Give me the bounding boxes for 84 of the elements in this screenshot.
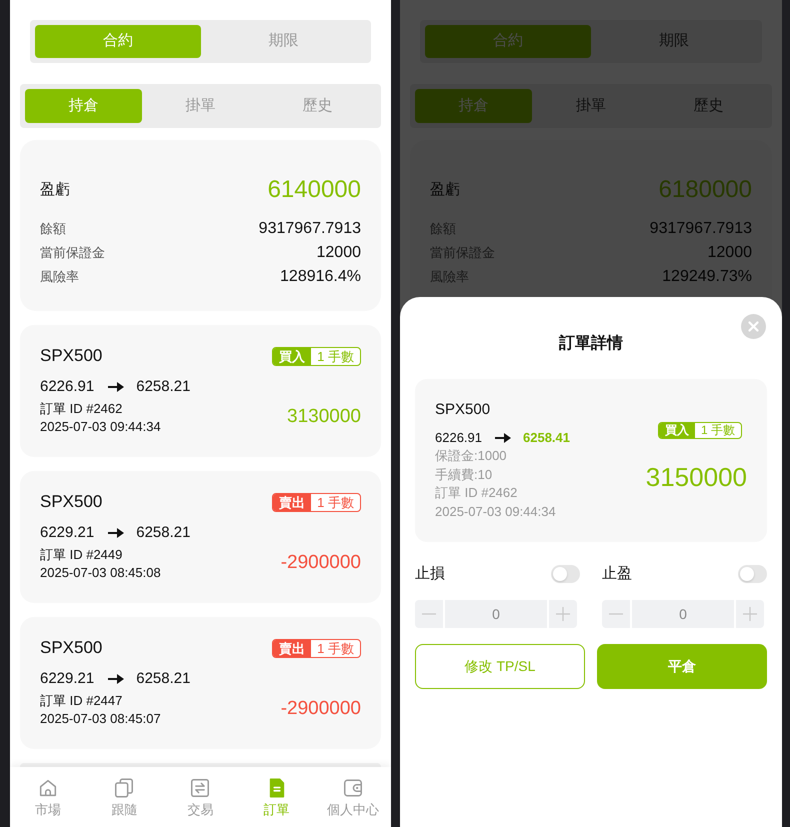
arrow-right-icon [108,674,124,684]
margin-label: 保證金:1000 [435,447,508,465]
side-label: 賣出 [273,494,312,510]
summary-value: 9317967.7913 [258,219,361,239]
open-price: 6226.91 [40,376,94,397]
order-time: 2025-07-03 09:44:34 [435,502,557,520]
lot-size-label: 1 手數 [316,640,355,656]
summary-value: 12000 [708,243,752,263]
plus-button[interactable] [549,600,577,628]
position-card[interactable]: SPX500 賣出 1 手數 6229.21 6258.21 訂單 ID #2447 2025-07-03 08:45:07 -2900000 [20,617,381,749]
nav-tab[interactable]: 個人中心 [314,767,391,827]
edit-tp-sl-button[interactable]: 修改 TP/SL [415,644,585,689]
close-position-button[interactable]: 平倉 [597,644,767,689]
close-icon [741,314,766,339]
arrow-right-icon [495,433,511,443]
sheet-title: 訂單詳情 [559,335,623,352]
lot-size-label: 1 手數 [700,423,736,438]
take-profit-input[interactable]: 0 [632,600,734,628]
open-price: 6229.21 [40,522,94,543]
lot-size-label: 1 手數 [316,348,355,364]
plus-icon [556,607,570,621]
symbol-label: SPX500 [40,637,102,660]
take-profit-label: 止盈 [602,564,632,584]
segment-tab[interactable]: 持倉 [25,89,142,123]
stop-loss-toggle[interactable] [551,565,580,583]
order-id: 訂單 ID #2462 [435,484,518,502]
summary-value: 128916.4% [280,267,361,287]
nav-tab[interactable]: 訂單 [238,767,315,827]
segment-tab[interactable]: 合約 [35,25,200,58]
order-id: 訂單 ID #2462 [40,400,124,418]
open-price: 6229.21 [40,668,94,689]
order-time: 2025-07-03 08:45:07 [40,710,162,727]
wallet-icon [342,777,364,799]
take-profit-toggle[interactable] [738,565,767,583]
segment-tab[interactable]: 歷史 [259,89,376,123]
pnl-value: 6180000 [658,176,752,204]
copy-icon [113,777,136,799]
segment-tab[interactable]: 期限 [200,25,366,58]
symbol-label: SPX500 [40,345,102,368]
stop-loss-label: 止損 [415,564,445,584]
segment-tab[interactable]: 掛單 [142,89,259,123]
summary-value: 129249.73% [662,267,752,287]
position-card[interactable]: SPX500 買入 1 手數 6226.91 6258.21 訂單 ID #2462 2025-07-03 09:44:34 3130000 [20,325,381,457]
order-time: 2025-07-03 09:44:34 [40,418,162,435]
arrow-right-icon [108,528,124,538]
order-id: 訂單 ID #2449 [40,546,124,564]
pnl-label: 盈虧 [430,180,460,200]
lot-size-label: 1 手數 [316,494,355,510]
stop-loss-input[interactable]: 0 [445,600,547,628]
plus-icon [743,607,757,621]
plus-button[interactable] [736,600,764,628]
summary-label: 餘額 [40,220,66,238]
minus-button[interactable] [415,600,443,628]
pnl-value: 6140000 [268,176,361,204]
current-price: 6258.21 [136,668,190,689]
summary-label: 風險率 [40,268,79,286]
side-label: 買入 [273,348,312,364]
position-card[interactable]: SPX500 賣出 1 手數 6229.21 6258.21 訂單 ID #2449 2025-07-03 08:45:08 -2900000 [20,471,381,603]
pnl-value: -2900000 [280,697,361,721]
order-id: 訂單 ID #2447 [40,692,124,710]
summary-value: 12000 [316,243,361,263]
nav-tab[interactable]: 跟隨 [86,767,162,827]
minus-button[interactable] [602,600,630,628]
summary-label: 當前保證金 [40,244,105,262]
symbol-label: SPX500 [435,400,490,420]
pnl-label: 盈虧 [40,180,70,200]
swap-icon [189,777,212,799]
fee-label: 手續費:10 [435,466,494,484]
nav-tab[interactable]: 市場 [10,767,86,827]
close-button[interactable] [741,314,766,339]
order-time: 2025-07-03 08:45:08 [40,564,162,581]
arrow-right-icon [108,382,124,392]
symbol-label: SPX500 [40,491,102,514]
side-label: 買入 [658,423,695,438]
open-price: 6226.91 [435,429,482,448]
summary-value: 9317967.7913 [650,219,752,239]
current-price: 6258.41 [523,429,570,448]
pnl-value: -2900000 [280,551,361,575]
nav-tab[interactable]: 交易 [162,767,239,827]
pnl-value: 3150000 [646,463,747,491]
current-price: 6258.21 [136,522,190,543]
current-price: 6258.21 [136,376,190,397]
side-label: 賣出 [273,640,312,656]
pnl-value: 3130000 [287,405,361,429]
